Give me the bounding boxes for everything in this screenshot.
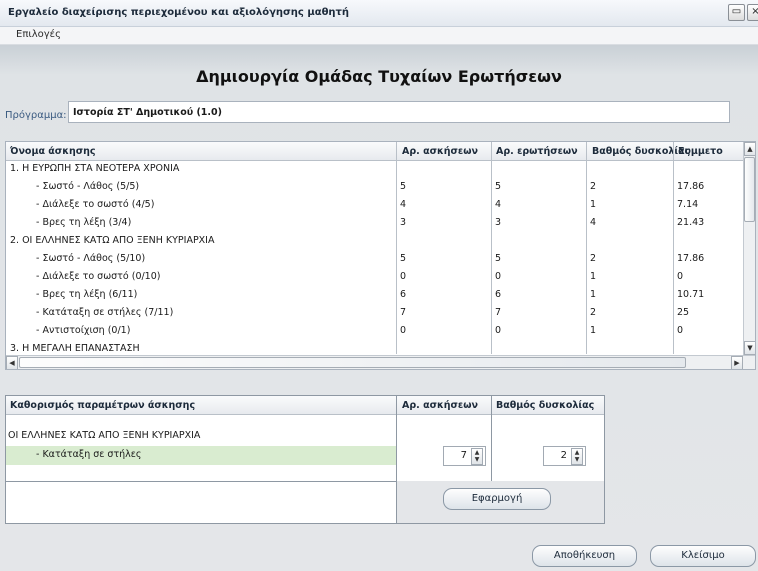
question-count: 3 xyxy=(495,217,502,228)
section-name: ΟΙ ΕΛΛΗΝΕΣ ΚΑΤΩ ΑΠΟ ΞΕΝΗ ΚΥΡΙΑΡΧΙΑ xyxy=(8,430,201,441)
col-param-exercise-count: Αρ. ασκήσεων xyxy=(402,400,478,411)
col-difficulty[interactable]: Βαθμός δυσκολίας xyxy=(592,146,690,157)
selected-exercise-name: - Κατάταξη σε στήλες xyxy=(36,449,142,460)
main-panel: Δημιουργία Ομάδας Τυχαίων Ερωτήσεων Πρόγ… xyxy=(0,45,758,571)
exercise-count: 5 xyxy=(400,253,407,264)
participation: 21.43 xyxy=(677,217,705,228)
window-title-bar: Εργαλείο διαχείρισης περιεχομένου και αξ… xyxy=(0,0,758,27)
col-exercise-count[interactable]: Αρ. ασκήσεων xyxy=(402,146,478,157)
difficulty-value: 2 xyxy=(560,450,567,461)
exercise-name: - Σωστό - Λάθος (5/5) xyxy=(36,181,140,192)
question-count: 6 xyxy=(495,289,502,300)
difficulty: 1 xyxy=(590,271,597,282)
participation: 25 xyxy=(677,307,690,318)
exercise-name: - Κατάταξη σε στήλες (7/11) xyxy=(36,307,174,318)
participation: 7.14 xyxy=(677,199,699,210)
menu-bar: Επιλογές xyxy=(0,27,758,45)
row-divider xyxy=(6,481,396,482)
exercise-count-stepper[interactable]: 7 ▲ ▼ xyxy=(443,446,486,466)
scroll-left-icon[interactable]: ◀ xyxy=(6,356,18,369)
table-row[interactable]: - Βρες τη λέξη (6/11) 6 6 1 10.71 xyxy=(6,287,743,303)
save-button[interactable]: Αποθήκευση xyxy=(532,545,637,567)
program-label: Πρόγραμμα: xyxy=(5,110,67,121)
table-row[interactable]: - Κατάταξη σε στήλες (7/11) 7 7 2 25 xyxy=(6,305,743,321)
exercise-name: - Αντιστοίχιση (0/1) xyxy=(36,325,131,336)
question-count: 4 xyxy=(495,199,502,210)
participation: 0 xyxy=(677,325,684,336)
scroll-up-icon[interactable]: ▲ xyxy=(744,142,755,156)
difficulty: 2 xyxy=(590,181,597,192)
difficulty: 1 xyxy=(590,325,597,336)
parameters-table: Καθορισμός παραμέτρων άσκησης Αρ. ασκήσε… xyxy=(5,395,605,524)
difficulty-stepper[interactable]: 2 ▲ ▼ xyxy=(543,446,586,466)
table-row[interactable]: - Βρες τη λέξη (3/4) 3 3 4 21.43 xyxy=(6,215,743,231)
vertical-scroll-thumb[interactable] xyxy=(744,157,755,222)
question-count: 5 xyxy=(495,181,502,192)
table-row[interactable]: - Σωστό - Λάθος (5/10) 5 5 2 17.86 xyxy=(6,251,743,267)
exercise-name: - Διάλεξε το σωστό (0/10) xyxy=(36,271,161,282)
difficulty: 2 xyxy=(590,253,597,264)
horizontal-scroll-thumb[interactable] xyxy=(19,357,686,368)
table-row-section[interactable]: 2. ΟΙ ΕΛΛΗΝΕΣ ΚΑΤΩ ΑΠΟ ΞΕΝΗ ΚΥΡΙΑΡΧΙΑ xyxy=(6,233,743,249)
exercise-name: 2. ΟΙ ΕΛΛΗΝΕΣ ΚΑΤΩ ΑΠΟ ΞΕΝΗ ΚΥΡΙΑΡΧΙΑ xyxy=(10,235,215,246)
exercise-name: 1. Η ΕΥΡΩΠΗ ΣΤΑ ΝΕΟΤΕΡΑ ΧΡΟΝΙΑ xyxy=(10,163,180,174)
difficulty: 2 xyxy=(590,307,597,318)
question-count: 0 xyxy=(495,325,502,336)
exercise-name: 3. Η ΜΕΓΑΛΗ ΕΠΑΝΑΣΤΑΣΗ xyxy=(10,343,140,354)
col-exercise-name[interactable]: Όνομα άσκησης xyxy=(10,146,96,157)
participation: 17.86 xyxy=(677,181,705,192)
vertical-scrollbar[interactable]: ▲ ▼ xyxy=(743,142,755,355)
selected-exercise-row[interactable]: - Κατάταξη σε στήλες xyxy=(6,446,396,465)
question-count: 5 xyxy=(495,253,502,264)
scroll-down-icon[interactable]: ▼ xyxy=(744,341,755,355)
stepper-arrows-icon[interactable]: ▲ ▼ xyxy=(471,448,483,465)
program-value: Ιστορία ΣΤ' Δημοτικού (1.0) xyxy=(73,107,222,118)
maximize-button[interactable]: ▭ xyxy=(728,4,745,21)
program-field[interactable]: Ιστορία ΣΤ' Δημοτικού (1.0) xyxy=(68,101,730,123)
table-row[interactable]: - Διάλεξε το σωστό (0/10) 0 0 1 0 xyxy=(6,269,743,285)
exercise-count: 7 xyxy=(400,307,407,318)
exercise-count: 0 xyxy=(400,271,407,282)
close-button[interactable]: Κλείσιμο xyxy=(650,545,756,567)
table-row-section[interactable]: 1. Η ΕΥΡΩΠΗ ΣΤΑ ΝΕΟΤΕΡΑ ΧΡΟΝΙΑ xyxy=(6,161,743,177)
close-window-button[interactable]: × xyxy=(747,4,758,21)
participation: 10.71 xyxy=(677,289,705,300)
parameters-header: Καθορισμός παραμέτρων άσκησης Αρ. ασκήσε… xyxy=(6,396,604,415)
exercise-name: - Σωστό - Λάθος (5/10) xyxy=(36,253,146,264)
question-count: 0 xyxy=(495,271,502,282)
page-title: Δημιουργία Ομάδας Τυχαίων Ερωτήσεων xyxy=(196,67,562,86)
exercise-count: 5 xyxy=(400,181,407,192)
exercise-name: - Διάλεξε το σωστό (4/5) xyxy=(36,199,155,210)
col-question-count[interactable]: Αρ. ερωτήσεων xyxy=(496,146,578,157)
difficulty: 1 xyxy=(590,199,597,210)
table-row[interactable]: - Αντιστοίχιση (0/1) 0 0 1 0 xyxy=(6,323,743,339)
window-title: Εργαλείο διαχείρισης περιεχομένου και αξ… xyxy=(8,7,350,18)
exercise-count: 4 xyxy=(400,199,407,210)
stepper-arrows-icon[interactable]: ▲ ▼ xyxy=(571,448,583,465)
exercise-count: 3 xyxy=(400,217,407,228)
apply-button[interactable]: Εφαρμογή xyxy=(443,488,551,510)
table-row[interactable]: - Σωστό - Λάθος (5/5) 5 5 2 17.86 xyxy=(6,179,743,195)
exercise-name: - Βρες τη λέξη (3/4) xyxy=(36,217,132,228)
exercise-table-header: Όνομα άσκησης Αρ. ασκήσεων Αρ. ερωτήσεων… xyxy=(6,142,743,161)
exercise-count: 6 xyxy=(400,289,407,300)
col-parameters: Καθορισμός παραμέτρων άσκησης xyxy=(10,400,196,411)
exercise-count-value: 7 xyxy=(460,450,467,461)
col-participation[interactable]: Συμμετο xyxy=(678,146,723,157)
scroll-right-icon[interactable]: ▶ xyxy=(731,356,743,369)
menu-options[interactable]: Επιλογές xyxy=(16,29,61,40)
horizontal-scrollbar[interactable]: ◀ ▶ xyxy=(6,355,755,369)
exercise-name: - Βρες τη λέξη (6/11) xyxy=(36,289,138,300)
exercise-table: Όνομα άσκησης Αρ. ασκήσεων Αρ. ερωτήσεων… xyxy=(5,141,756,370)
exercise-count: 0 xyxy=(400,325,407,336)
difficulty: 1 xyxy=(590,289,597,300)
col-param-difficulty: Βαθμός δυσκολίας xyxy=(496,400,595,411)
participation: 0 xyxy=(677,271,684,282)
participation: 17.86 xyxy=(677,253,705,264)
difficulty: 4 xyxy=(590,217,597,228)
parameters-section-row: ΟΙ ΕΛΛΗΝΕΣ ΚΑΤΩ ΑΠΟ ΞΕΝΗ ΚΥΡΙΑΡΧΙΑ xyxy=(6,428,396,444)
question-count: 7 xyxy=(495,307,502,318)
table-row[interactable]: - Διάλεξε το σωστό (4/5) 4 4 1 7.14 xyxy=(6,197,743,213)
